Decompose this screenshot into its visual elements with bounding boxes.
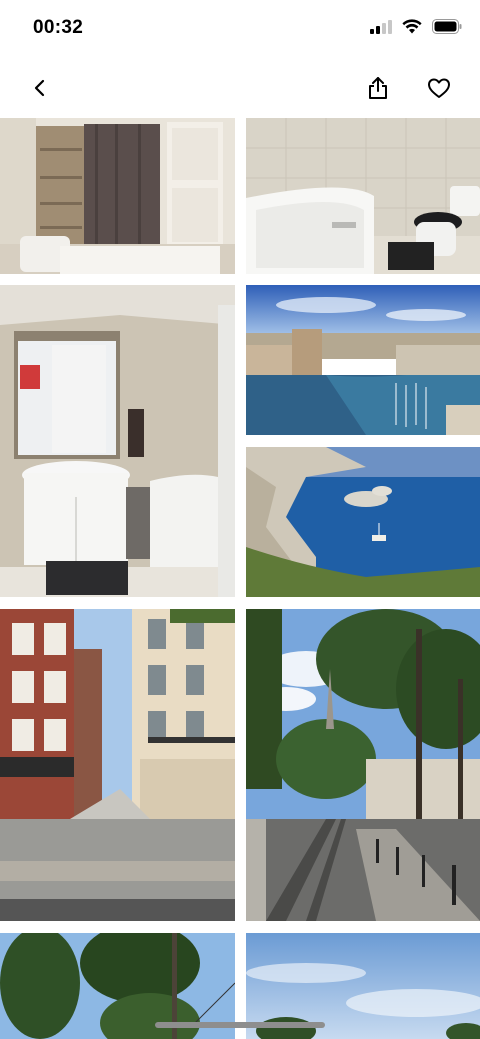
wifi-icon <box>402 19 422 39</box>
photo-old-port-harbor[interactable] <box>246 285 480 435</box>
favorite-button[interactable] <box>423 72 455 104</box>
cellular-signal-icon <box>370 19 392 39</box>
status-bar: 00:32 <box>0 0 480 58</box>
status-icons <box>370 19 462 39</box>
share-button[interactable] <box>362 72 394 104</box>
back-button[interactable] <box>24 72 56 104</box>
battery-icon <box>432 19 462 39</box>
photo-bedroom[interactable] <box>0 118 235 274</box>
photo-street-buildings[interactable] <box>0 609 235 921</box>
photo-bathroom-bathtub[interactable] <box>246 118 480 274</box>
photo-bathroom-sink[interactable] <box>0 285 235 597</box>
photo-gallery <box>0 118 480 1039</box>
photo-coastal-calanques[interactable] <box>246 447 480 597</box>
status-time: 00:32 <box>33 17 84 38</box>
photo-tree-lined-avenue[interactable] <box>246 609 480 921</box>
chevron-left-icon <box>34 79 45 97</box>
nav-bar <box>0 58 480 118</box>
home-indicator[interactable] <box>155 1022 325 1028</box>
heart-outline-icon <box>428 78 450 98</box>
share-icon <box>369 77 387 99</box>
